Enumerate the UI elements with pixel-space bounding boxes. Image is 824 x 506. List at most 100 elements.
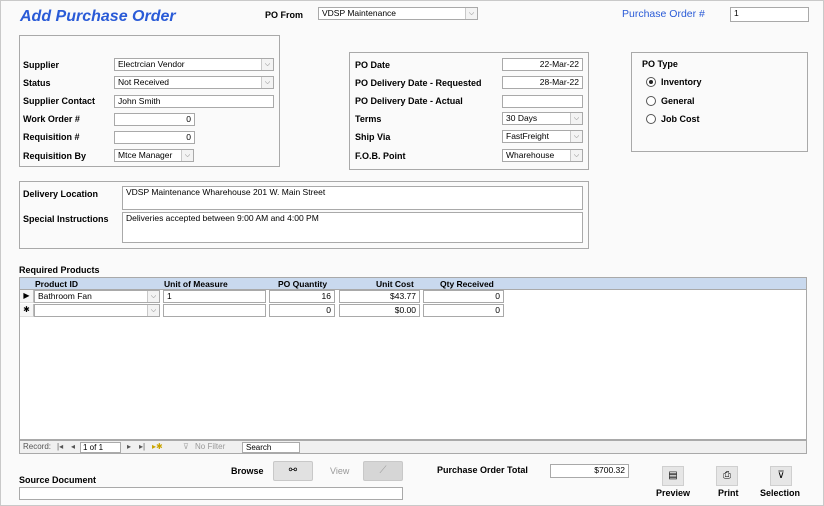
view-icon: ⟋	[379, 465, 387, 476]
search-field[interactable]: Search	[242, 442, 300, 453]
filter-icon: ⊽	[777, 470, 785, 481]
requisition-by-label: Requisition By	[23, 151, 87, 161]
previous-record-icon[interactable]: ◂	[71, 441, 75, 453]
fob-value: Wharehouse	[506, 150, 555, 160]
page-title: Add Purchase Order	[20, 8, 176, 25]
po-from-label: PO From	[265, 10, 304, 20]
product-id-value: Bathroom Fan	[38, 291, 92, 301]
chevron-down-icon[interactable]: ⌵	[147, 291, 159, 302]
chevron-down-icon[interactable]: ⌵	[181, 150, 193, 161]
preview-label: Preview	[656, 488, 691, 498]
unit-cost-cell[interactable]: $43.77	[339, 290, 420, 303]
browse-button[interactable]: ⚯	[273, 461, 313, 481]
po-type-job-cost-label: Job Cost	[661, 114, 700, 124]
print-label: Print	[718, 488, 739, 498]
row-selector[interactable]: ▶	[20, 290, 34, 303]
supplier-value: Electrcian Vendor	[118, 59, 185, 69]
supplier-contact-label: Supplier Contact	[23, 96, 96, 106]
po-type-general-radio[interactable]	[646, 96, 656, 106]
unit-of-measure-cell[interactable]	[163, 304, 266, 317]
chevron-down-icon[interactable]: ⌵	[465, 8, 477, 19]
chevron-down-icon[interactable]: ⌵	[147, 305, 159, 316]
chevron-down-icon[interactable]: ⌵	[261, 77, 273, 88]
record-label: Record:	[23, 442, 52, 451]
delivery-actual-field[interactable]	[502, 95, 583, 108]
po-type-general-label: General	[661, 96, 695, 106]
next-record-icon[interactable]: ▸	[127, 441, 131, 453]
special-instructions-label: Special Instructions	[23, 214, 109, 224]
work-order-label: Work Order #	[23, 114, 80, 124]
unit-cost-cell[interactable]: $0.00	[339, 304, 420, 317]
view-label: View	[330, 466, 350, 476]
chevron-down-icon[interactable]: ⌵	[261, 59, 273, 70]
delivery-requested-label: PO Delivery Date - Requested	[355, 78, 482, 88]
chevron-down-icon[interactable]: ⌵	[570, 150, 582, 161]
fob-label: F.O.B. Point	[355, 151, 406, 161]
po-date-label: PO Date	[355, 60, 391, 70]
terms-label: Terms	[355, 114, 382, 124]
required-products-label: Required Products	[19, 265, 100, 275]
print-button[interactable]: ⎙	[716, 466, 738, 486]
source-document-field[interactable]	[19, 487, 403, 500]
po-from-value: VDSP Maintenance	[322, 8, 397, 18]
work-order-field[interactable]: 0	[114, 113, 195, 126]
binoculars-icon: ⚯	[288, 465, 298, 476]
po-from-combo[interactable]: VDSP Maintenance ⌵	[318, 7, 478, 20]
new-row-selector[interactable]: ✱	[20, 304, 34, 317]
terms-combo[interactable]: 30 Days ⌵	[502, 112, 583, 125]
requisition-by-combo[interactable]: Mtce Manager ⌵	[114, 149, 194, 162]
po-number-label: Purchase Order #	[622, 8, 705, 20]
po-date-field[interactable]: 22-Mar-22	[502, 58, 583, 71]
status-combo[interactable]: Not Received ⌵	[114, 76, 274, 89]
fob-combo[interactable]: Wharehouse ⌵	[502, 149, 583, 162]
po-type-label: PO Type	[642, 59, 678, 69]
po-type-job-cost-radio[interactable]	[646, 114, 656, 124]
special-instructions-field[interactable]: Deliveries accepted between 9:00 AM and …	[122, 212, 583, 243]
po-total-label: Purchase Order Total	[437, 465, 528, 475]
no-filter-label[interactable]: No Filter	[195, 441, 225, 453]
qty-received-cell[interactable]: 0	[423, 304, 504, 317]
products-grid: ▶ Bathroom Fan ⌵ 1 16 $43.77 0 ✱ ⌵ 0 $0.…	[19, 289, 807, 440]
selection-label: Selection	[760, 488, 801, 498]
new-record-icon[interactable]: ▸✱	[152, 441, 163, 453]
ship-via-combo[interactable]: FastFreight ⌵	[502, 130, 583, 143]
ship-via-label: Ship Via	[355, 132, 391, 142]
browse-label: Browse	[231, 466, 264, 476]
record-position-field[interactable]: 1 of 1	[80, 442, 121, 453]
delivery-location-label: Delivery Location	[23, 189, 99, 199]
first-record-icon[interactable]: |◂	[57, 441, 63, 453]
view-button[interactable]: ⟋	[363, 461, 403, 481]
delivery-actual-label: PO Delivery Date - Actual	[355, 96, 463, 106]
printer-icon: ⎙	[723, 470, 731, 481]
unit-of-measure-cell[interactable]: 1	[163, 290, 266, 303]
requisition-field[interactable]: 0	[114, 131, 195, 144]
preview-button[interactable]: ▤	[662, 466, 684, 486]
source-document-label: Source Document	[19, 475, 97, 485]
qty-received-cell[interactable]: 0	[423, 290, 504, 303]
delivery-location-field[interactable]: VDSP Maintenance Wharehouse 201 W. Main …	[122, 186, 583, 210]
po-total-field[interactable]: $700.32	[550, 464, 629, 478]
product-id-combo[interactable]: ⌵	[34, 304, 160, 317]
preview-icon: ▤	[668, 470, 678, 481]
record-navigator: Record: |◂ ◂ 1 of 1 ▸ ▸| ▸✱ ⊽ No Filter …	[19, 440, 807, 454]
supplier-combo[interactable]: Electrcian Vendor ⌵	[114, 58, 274, 71]
status-value: Not Received	[118, 77, 170, 87]
po-number-field[interactable]: 1	[730, 7, 809, 22]
product-id-combo[interactable]: Bathroom Fan ⌵	[34, 290, 160, 303]
terms-value: 30 Days	[506, 113, 538, 123]
last-record-icon[interactable]: ▸|	[139, 441, 145, 453]
po-type-inventory-label: Inventory	[661, 77, 702, 87]
delivery-requested-field[interactable]: 28-Mar-22	[502, 76, 583, 89]
requisition-label: Requisition #	[23, 132, 80, 142]
filter-icon[interactable]: ⊽	[183, 441, 189, 453]
chevron-down-icon[interactable]: ⌵	[570, 113, 582, 124]
po-quantity-cell[interactable]: 0	[269, 304, 335, 317]
po-quantity-cell[interactable]: 16	[269, 290, 335, 303]
supplier-contact-field[interactable]: John Smith	[114, 95, 274, 108]
products-grid-header: Product ID Unit of Measure PO Quantity U…	[19, 277, 807, 289]
supplier-label: Supplier	[23, 60, 60, 70]
ship-via-value: FastFreight	[506, 131, 549, 141]
po-type-inventory-radio[interactable]	[646, 77, 656, 87]
selection-button[interactable]: ⊽	[770, 466, 792, 486]
chevron-down-icon[interactable]: ⌵	[570, 131, 582, 142]
